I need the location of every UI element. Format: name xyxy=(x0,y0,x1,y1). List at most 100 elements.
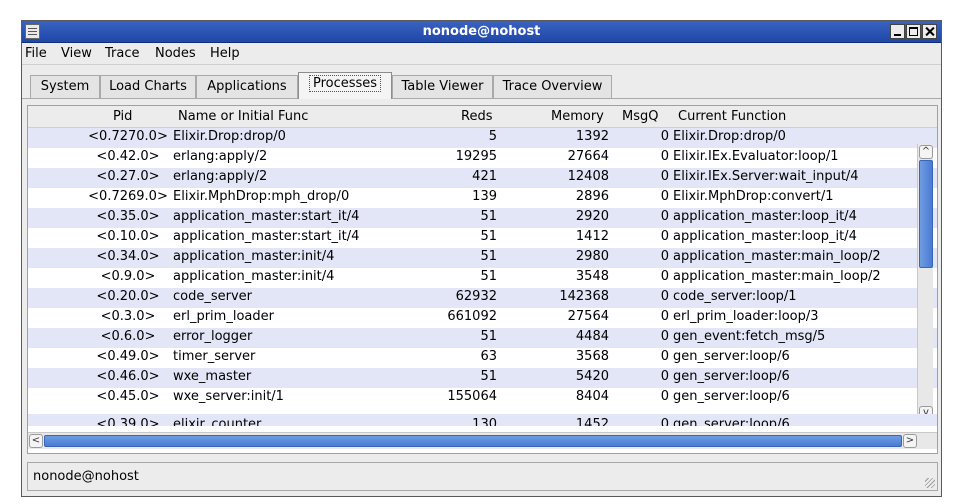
msgq-cell: 0 xyxy=(660,417,669,426)
reds-cell: 63 xyxy=(480,349,497,364)
vertical-scroll-thumb[interactable] xyxy=(919,160,933,268)
column-header-pid[interactable]: Pid xyxy=(113,109,132,124)
current-function-cell: application_master:main_loop/2 xyxy=(673,249,881,264)
msgq-cell: 0 xyxy=(660,389,669,404)
msgq-cell: 0 xyxy=(660,369,669,384)
current-function-cell: application_master:main_loop/2 xyxy=(673,269,881,284)
msgq-cell: 0 xyxy=(660,349,669,364)
table-row[interactable]: <0.10.0> application_master:start_it/4 51 1… xyxy=(28,228,937,248)
table-header: Pid Name or Initial Func Reds Memory Msg… xyxy=(28,106,937,128)
column-header-reds[interactable]: Reds xyxy=(461,109,492,124)
name-cell: application_master:start_it/4 xyxy=(173,209,360,224)
msgq-cell: 0 xyxy=(660,209,669,224)
memory-cell: 8404 xyxy=(575,389,609,404)
table-row[interactable]: <0.9.0> application_master:init/4 51 3548 0 a… xyxy=(28,268,937,288)
tab-applications[interactable]: Applications xyxy=(196,75,298,98)
table-row[interactable]: <0.7270.0> Elixir.Drop:drop/0 5 1392 0 Elixir… xyxy=(28,128,937,148)
name-cell: erlang:apply/2 xyxy=(173,169,268,184)
name-cell: wxe_server:init/1 xyxy=(173,389,284,404)
maximize-icon[interactable] xyxy=(906,24,921,39)
tab-load-charts[interactable]: Load Charts xyxy=(100,75,196,98)
msgq-cell: 0 xyxy=(660,169,669,184)
table-row[interactable]: <0.35.0> application_master:start_it/4 51 2… xyxy=(28,208,937,228)
current-function-cell: gen_server:loop/6 xyxy=(673,369,790,384)
horizontal-scrollbar[interactable]: < > xyxy=(28,432,937,449)
table-row[interactable]: <0.20.0> code_server 62932 142368 0 code_serv… xyxy=(28,288,937,308)
close-icon[interactable] xyxy=(922,24,937,39)
name-cell: error_logger xyxy=(173,329,253,344)
msgq-cell: 0 xyxy=(660,229,669,244)
window-title: nonode@nohost xyxy=(422,24,541,39)
reds-cell: 51 xyxy=(480,329,497,344)
menu-nodes[interactable]: Nodes xyxy=(155,46,196,61)
name-cell: application_master:init/4 xyxy=(173,269,335,284)
name-cell: Elixir.Drop:drop/0 xyxy=(173,129,286,144)
current-function-cell: Elixir.IEx.Server:wait_input/4 xyxy=(673,169,859,184)
name-cell: timer_server xyxy=(173,349,256,364)
minimize-icon[interactable] xyxy=(890,24,905,39)
current-function-cell: gen_event:fetch_msg/5 xyxy=(673,329,826,344)
tab-trace-overview[interactable]: Trace Overview xyxy=(493,75,612,98)
msgq-cell: 0 xyxy=(660,329,669,344)
table-row-partial[interactable]: <0.39.0> elixir_counter 130 1452 0 gen_server… xyxy=(28,414,937,426)
msgq-cell: 0 xyxy=(660,129,669,144)
reds-cell: 661092 xyxy=(447,309,497,324)
reds-cell: 51 xyxy=(480,229,497,244)
current-function-cell: gen_server:loop/6 xyxy=(673,417,790,426)
scroll-right-icon[interactable]: > xyxy=(903,434,917,448)
memory-cell: 1392 xyxy=(575,129,609,144)
memory-cell: 2920 xyxy=(575,209,609,224)
tab-divider xyxy=(22,98,941,99)
current-function-cell: Elixir.Drop:drop/0 xyxy=(673,129,786,144)
process-table: Pid Name or Initial Func Reds Memory Msg… xyxy=(27,105,938,454)
memory-cell: 27564 xyxy=(567,309,609,324)
scroll-left-icon[interactable]: < xyxy=(29,434,43,448)
menu-trace[interactable]: Trace xyxy=(105,46,140,61)
memory-cell: 4484 xyxy=(575,329,609,344)
memory-cell: 27664 xyxy=(567,149,609,164)
current-function-cell: Elixir.MphDrop:convert/1 xyxy=(673,189,834,204)
msgq-cell: 0 xyxy=(660,309,669,324)
tab-processes[interactable]: Processes xyxy=(298,72,392,99)
reds-cell: 421 xyxy=(472,169,497,184)
reds-cell: 51 xyxy=(480,269,497,284)
resize-grip-icon[interactable] xyxy=(925,478,935,488)
title-bar[interactable]: nonode@nohost xyxy=(22,21,941,43)
table-row[interactable]: <0.3.0> erl_prim_loader 661092 27564 0 erl_pr… xyxy=(28,308,937,328)
table-row[interactable]: <0.46.0> wxe_master 51 5420 0 gen_server:loop… xyxy=(28,368,937,388)
vertical-scrollbar[interactable]: ^ v xyxy=(917,144,933,422)
msgq-cell: 0 xyxy=(660,189,669,204)
menu-view[interactable]: View xyxy=(61,46,92,61)
name-cell: erlang:apply/2 xyxy=(173,149,268,164)
column-header-current-function[interactable]: Current Function xyxy=(678,109,786,124)
menu-bar: File View Trace Nodes Help xyxy=(22,44,941,65)
tab-strip: System Load Charts Applications Processe… xyxy=(22,65,941,99)
reds-cell: 5 xyxy=(488,129,497,144)
table-row[interactable]: <0.42.0> erlang:apply/2 19295 27664 0 Elixir.… xyxy=(28,148,937,168)
table-row[interactable]: <0.6.0> error_logger 51 4484 0 gen_event:fetc… xyxy=(28,328,937,348)
table-row[interactable]: <0.49.0> timer_server 63 3568 0 gen_server:lo… xyxy=(28,348,937,368)
memory-cell: 5420 xyxy=(575,369,609,384)
msgq-cell: 0 xyxy=(660,149,669,164)
reds-cell: 51 xyxy=(480,209,497,224)
table-row[interactable]: <0.45.0> wxe_server:init/1 155064 8404 0 gen_… xyxy=(28,388,937,408)
column-header-msgq[interactable]: MsgQ xyxy=(622,109,658,124)
menu-help[interactable]: Help xyxy=(210,46,240,61)
menu-file[interactable]: File xyxy=(25,46,47,61)
scroll-up-icon[interactable]: ^ xyxy=(919,145,933,159)
tab-system[interactable]: System xyxy=(30,75,100,98)
tab-table-viewer[interactable]: Table Viewer xyxy=(392,75,493,98)
horizontal-scroll-thumb[interactable] xyxy=(44,435,902,447)
current-function-cell: erl_prim_loader:loop/3 xyxy=(673,309,819,324)
table-row[interactable]: <0.27.0> erlang:apply/2 421 12408 0 Elixir.IE… xyxy=(28,168,937,188)
current-function-cell: Elixir.IEx.Evaluator:loop/1 xyxy=(673,149,839,164)
column-header-name[interactable]: Name or Initial Func xyxy=(178,109,308,124)
name-cell: elixir_counter xyxy=(173,417,262,426)
table-row[interactable]: <0.7269.0> Elixir.MphDrop:mph_drop/0 139 28… xyxy=(28,188,937,208)
current-function-cell: gen_server:loop/6 xyxy=(673,349,790,364)
table-row[interactable]: <0.34.0> application_master:init/4 51 2980 0… xyxy=(28,248,937,268)
column-header-memory[interactable]: Memory xyxy=(551,109,604,124)
name-cell: wxe_master xyxy=(173,369,252,384)
current-function-cell: code_server:loop/1 xyxy=(673,289,797,304)
reds-cell: 51 xyxy=(480,249,497,264)
